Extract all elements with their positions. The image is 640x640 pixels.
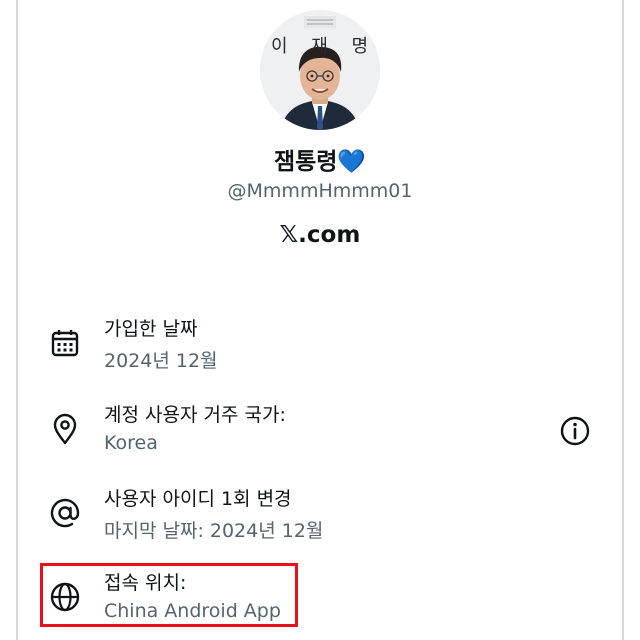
at-sign-icon — [50, 498, 80, 528]
join-date-value: 2024년 12월 — [104, 350, 218, 372]
display-name: 잼통령💙 — [273, 149, 367, 175]
country-label: 계정 사용자 거주 국가: — [104, 404, 286, 426]
username-change-label: 사용자 아이디 1회 변경 — [104, 488, 292, 510]
highlight-box — [40, 563, 298, 627]
site-name: 𝕏.com — [279, 222, 361, 248]
avatar-name-text: 이 재 명 — [270, 36, 378, 57]
about-row-username-change: 사용자 아이디 1회 변경 마지막 날짜: 2024년 12월 — [40, 484, 600, 550]
info-icon[interactable] — [558, 414, 592, 448]
location-pin-icon — [53, 413, 77, 445]
calendar-icon — [51, 330, 79, 357]
avatar-portrait — [260, 10, 380, 130]
frame-left-border — [16, 0, 18, 640]
user-handle: @MmmmHmmm01 — [227, 180, 413, 202]
avatar[interactable]: 이 재 명 — [260, 10, 380, 130]
username-change-value: 마지막 날짜: 2024년 12월 — [104, 520, 324, 542]
join-date-label: 가입한 날짜 — [104, 318, 198, 340]
about-row-join-date: 가입한 날짜 2024년 12월 — [40, 314, 600, 380]
country-value: Korea — [104, 432, 158, 454]
frame-right-border — [622, 0, 624, 640]
about-row-country: 계정 사용자 거주 국가: Korea — [40, 400, 600, 466]
